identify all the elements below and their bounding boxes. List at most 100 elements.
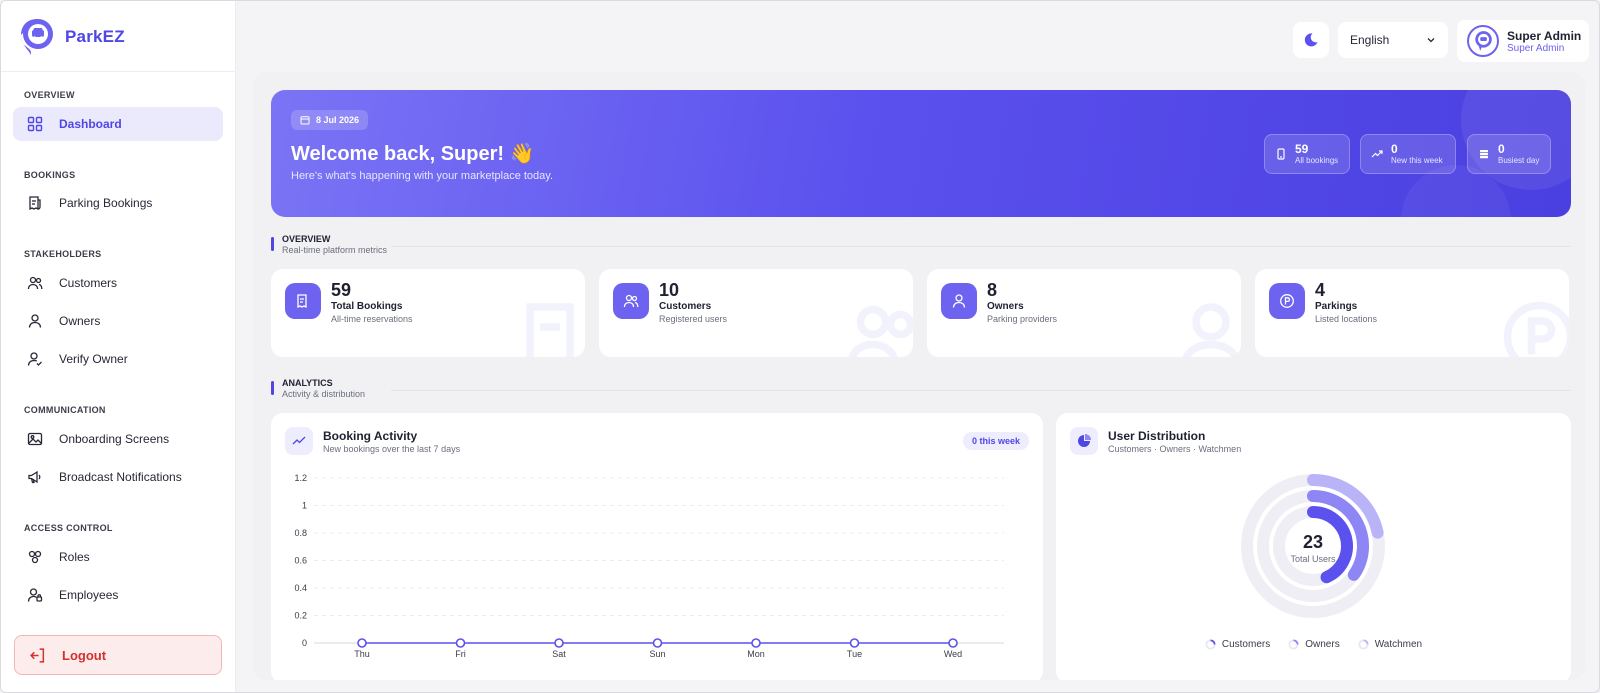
x-tick-label: Mon (747, 649, 765, 659)
stat-label: Parkings (1315, 301, 1358, 312)
card-title: Booking Activity (323, 429, 418, 443)
chevron-down-icon (1427, 38, 1435, 43)
banner-stat-label: Busiest day (1498, 156, 1540, 165)
logout-button[interactable]: Logout (14, 635, 222, 675)
megaphone-icon (28, 470, 41, 484)
section-divider (391, 390, 1571, 391)
welcome-subtitle: Here's what's happening with your market… (291, 170, 554, 182)
chart-legend: Customers Owners Watchmen (1056, 639, 1571, 650)
overview-section-header: OVERVIEW Real-time platform metrics (271, 234, 1571, 258)
x-tick-label: Thu (354, 649, 370, 659)
stat-icon-tile (285, 283, 321, 319)
user-name: Super Admin (1507, 28, 1582, 43)
y-tick-label: 1 (302, 501, 307, 511)
x-tick-label: Wed (944, 649, 962, 659)
stat-value: 10 (659, 280, 680, 300)
theme-toggle-button[interactable] (1293, 22, 1329, 58)
user-check-icon (27, 352, 42, 366)
x-tick-label: Sat (552, 649, 566, 659)
y-tick-label: 0.6 (294, 556, 307, 566)
stat-card-parkings[interactable]: 4 Parkings Listed locations (1255, 269, 1569, 357)
welcome-title: Welcome back, Super! 👋 (291, 143, 535, 165)
sidebar-item-broadcast-notifications[interactable]: Broadcast Notifications (13, 460, 223, 494)
sidebar-item-roles[interactable]: Roles (13, 540, 223, 574)
sidebar-item-customers[interactable]: Customers (13, 266, 223, 300)
user-distribution-radial-chart: 23 Total Users (1241, 474, 1385, 618)
stat-value: 59 (331, 280, 352, 300)
sidebar-item-onboarding-screens[interactable]: Onboarding Screens (13, 422, 223, 456)
banner-stat-label: New this week (1391, 156, 1443, 165)
parking-watermark-icon (1503, 301, 1569, 357)
legend-swatch-icon (1288, 639, 1299, 650)
data-point[interactable] (849, 638, 860, 648)
x-tick-label: Fri (455, 649, 466, 659)
sidebar: ParkEZ OVERVIEW Dashboard BOOKINGS Parki… (1, 1, 236, 692)
x-tick-label: Sun (649, 649, 665, 659)
brand-divider (1, 71, 236, 72)
employee-icon (27, 588, 43, 602)
section-bookings: BOOKINGS (24, 170, 76, 180)
sidebar-item-label: Parking Bookings (59, 196, 153, 210)
stat-description: Listed locations (1315, 314, 1378, 324)
stat-label: Customers (659, 301, 712, 312)
layers-icon (1480, 150, 1488, 159)
users-watermark-icon (848, 305, 913, 357)
data-point[interactable] (357, 638, 367, 648)
data-point[interactable] (455, 638, 466, 648)
brand-name: ParkEZ (65, 27, 125, 46)
section-subtitle: Real-time platform metrics (282, 245, 388, 255)
sidebar-item-employees[interactable]: Employees (13, 578, 223, 612)
stat-value: 4 (1315, 280, 1326, 300)
grid-icon (27, 116, 43, 132)
legend-item-owners[interactable]: Owners (1288, 639, 1340, 650)
data-point[interactable] (554, 638, 564, 648)
receipt-icon (29, 196, 41, 211)
brand[interactable]: ParkEZ (19, 17, 125, 57)
card-icon-tile (1070, 427, 1098, 455)
banner-stat-all-bookings: 59 All bookings (1264, 134, 1350, 174)
stat-description: All-time reservations (331, 314, 413, 324)
user-watermark-icon (1182, 303, 1240, 357)
stat-icon-tile (941, 283, 977, 319)
sidebar-item-dashboard[interactable]: Dashboard (13, 107, 223, 141)
sidebar-item-parking-bookings[interactable]: Parking Bookings (13, 186, 223, 220)
parkez-avatar-icon (1475, 31, 1492, 51)
trend-up-icon (1371, 150, 1383, 158)
user-role: Super Admin (1507, 42, 1565, 54)
y-tick-label: 1.2 (294, 473, 307, 483)
sidebar-item-label: Broadcast Notifications (59, 470, 182, 484)
card-subtitle: Customers · Owners · Watchmen (1108, 444, 1242, 454)
user-menu[interactable]: Super Admin Super Admin (1457, 20, 1589, 62)
legend-label: Watchmen (1374, 639, 1423, 650)
language-select[interactable]: English (1338, 22, 1448, 58)
legend-item-customers[interactable]: Customers (1205, 639, 1270, 650)
language-value: English (1350, 33, 1390, 47)
data-point[interactable] (652, 638, 663, 648)
sidebar-item-label: Onboarding Screens (59, 432, 170, 446)
app-window: ParkEZ OVERVIEW Dashboard BOOKINGS Parki… (0, 0, 1600, 693)
pie-chart-icon (1078, 434, 1091, 447)
stat-card-owners[interactable]: 8 Owners Parking providers (927, 269, 1241, 357)
legend-swatch-icon (1358, 639, 1369, 650)
main-content: 8 Jul 2026 Welcome back, Super! 👋 Here's… (253, 72, 1585, 680)
welcome-banner: 8 Jul 2026 Welcome back, Super! 👋 Here's… (271, 90, 1571, 217)
x-tick-label: Tue (847, 649, 862, 659)
stat-card-customers[interactable]: 10 Customers Registered users (599, 269, 913, 357)
stat-card-total-bookings[interactable]: 59 Total Bookings All-time reservations (271, 269, 585, 357)
legend-item-watchmen[interactable]: Watchmen (1358, 639, 1422, 650)
weekly-count-badge: 0 this week (962, 432, 1029, 450)
section-subtitle: Activity & distribution (282, 389, 366, 399)
section-stakeholders: STAKEHOLDERS (24, 249, 102, 259)
section-access-control: ACCESS CONTROL (24, 523, 113, 533)
data-point[interactable] (948, 638, 958, 648)
banner-stat-value: 0 (1391, 142, 1398, 156)
legend-label: Customers (1221, 639, 1271, 650)
sidebar-item-label: Roles (59, 550, 90, 564)
y-tick-label: 0.2 (294, 611, 307, 621)
data-point[interactable] (751, 638, 761, 648)
user-distribution-card: User Distribution Customers · Owners · W… (1056, 413, 1571, 680)
stat-description: Registered users (659, 314, 728, 324)
analytics-section-header: ANALYTICS Activity & distribution (271, 378, 1571, 402)
sidebar-item-verify-owner[interactable]: Verify Owner (13, 342, 223, 376)
sidebar-item-owners[interactable]: Owners (13, 304, 223, 338)
